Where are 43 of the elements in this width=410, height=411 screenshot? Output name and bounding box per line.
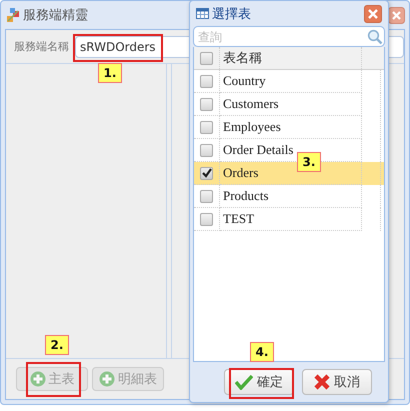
table-row[interactable]: Employees (194, 116, 384, 139)
table-cell: Order Details (223, 142, 294, 158)
table-row[interactable]: TEST (194, 208, 384, 231)
close-button[interactable] (364, 4, 382, 22)
callout-badge: 4. (250, 342, 274, 362)
column-header: 表名稱 (220, 47, 362, 69)
table-cell: Customers (223, 96, 279, 112)
table-cell: Products (223, 188, 268, 204)
close-icon (368, 8, 378, 18)
check-icon (202, 168, 212, 178)
checkbox[interactable] (200, 74, 213, 88)
table-icon (196, 8, 209, 19)
table-row[interactable]: Customers (194, 93, 384, 116)
checkbox[interactable] (200, 144, 213, 156)
field-label: 服務端名稱 (14, 39, 69, 54)
plus-icon (99, 371, 115, 387)
table-row[interactable]: Country (194, 70, 384, 93)
checkbox[interactable] (200, 52, 213, 64)
callout-badge: 3. (297, 152, 321, 172)
callout-badge: 2. (45, 335, 69, 355)
table-cell: TEST (223, 211, 254, 227)
search-icon (367, 28, 383, 44)
checkbox[interactable] (200, 166, 213, 180)
checkbox[interactable] (200, 98, 213, 110)
close-icon (388, 6, 405, 24)
checkbox[interactable] (200, 190, 213, 202)
search-input[interactable]: 查詢 (194, 30, 367, 44)
cancel-button[interactable]: 取消 (302, 369, 372, 395)
checkbox[interactable] (200, 212, 213, 226)
wizard-icon (5, 7, 21, 23)
checkbox[interactable] (200, 120, 213, 134)
cross-icon (314, 374, 330, 390)
table-row[interactable]: Products (194, 185, 384, 208)
window-title: 服務端精靈 (23, 7, 88, 24)
table-cell: Orders (223, 165, 258, 181)
search-field[interactable]: 查詢 (193, 26, 385, 47)
plus-icon (30, 371, 46, 387)
confirm-button[interactable]: 確定 (224, 369, 294, 395)
check-icon (235, 374, 253, 390)
table-cell: Employees (223, 119, 281, 135)
callout-badge: 1. (98, 63, 122, 83)
dialog-title: 選擇表 (212, 6, 251, 22)
table-cell: Country (223, 73, 266, 89)
